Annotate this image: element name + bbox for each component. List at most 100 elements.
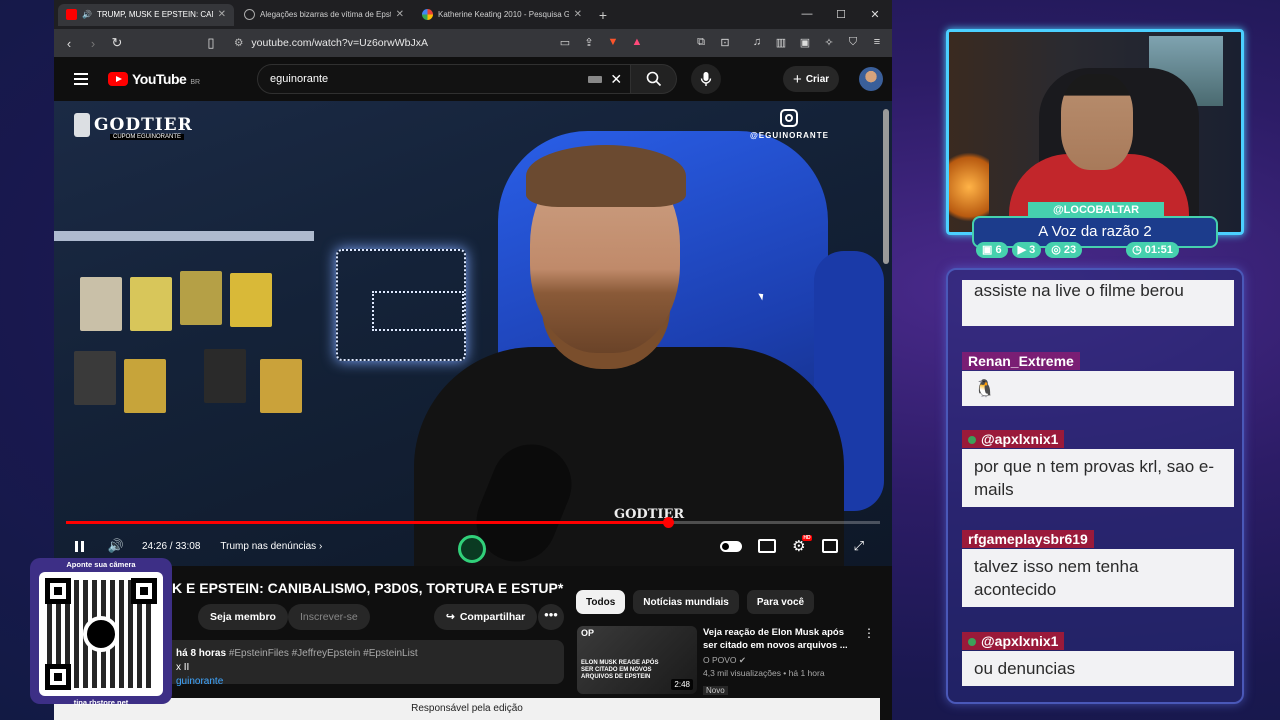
vpn-icon[interactable]: ⛉ — [844, 36, 862, 50]
thumb-tag: OP — [581, 628, 595, 638]
chat-text: ou denuncias — [962, 651, 1234, 686]
search-icon — [646, 71, 661, 87]
pause-button[interactable] — [70, 535, 88, 557]
plus-icon: + — [793, 70, 802, 88]
keyboard-icon[interactable] — [588, 75, 603, 83]
screenshot-icon[interactable]: ⊡ — [716, 36, 734, 50]
recommended-title[interactable]: Veja reação de Elon Musk após ser citado… — [703, 626, 853, 652]
qr-finder — [45, 578, 71, 604]
media-icon[interactable]: ♫ — [748, 36, 766, 50]
wallet-icon[interactable]: ▣ — [796, 36, 814, 50]
video-player[interactable]: GODTIER GODTIER CUPOM EGUINORANTE @EGUIN… — [54, 101, 892, 566]
brave-rewards-icon[interactable]: ▲ — [628, 36, 646, 50]
bookmark-icon[interactable]: ▯ — [202, 35, 220, 51]
subtitles-icon[interactable] — [758, 539, 777, 553]
new-badge: Novo — [703, 686, 728, 695]
badge-icon — [968, 638, 976, 647]
sidebar-icon[interactable]: ▥ — [772, 36, 790, 50]
player-right-controls: ⚙ HD ⤢ — [720, 533, 864, 559]
youtube-logo[interactable]: YouTube BR — [108, 71, 200, 87]
qr-caption: Aponte sua câmera — [66, 560, 136, 569]
reload-icon[interactable]: ↻ — [108, 35, 126, 51]
tab-youtube[interactable]: 🔊 TRUMP, MUSK E EPSTEIN: CANI ✕ — [58, 3, 234, 26]
menu-icon[interactable]: ≡ — [868, 36, 886, 50]
youtube-count-badge: ▶ 3 — [1011, 242, 1042, 258]
search-button[interactable] — [631, 64, 678, 94]
create-button[interactable]: + Criar — [783, 66, 840, 92]
back-icon[interactable]: ‹ — [60, 36, 78, 51]
speaker-icon[interactable]: 🔊 — [82, 10, 92, 19]
recommended-video[interactable]: OP ELON MUSK REAGE APÓS SER CITADO EM NO… — [577, 626, 877, 696]
tab-google-search[interactable]: Katherine Keating 2010 - Pesquisa Google… — [414, 4, 590, 26]
page-scrollbar[interactable] — [882, 101, 890, 701]
subscribe-label: Inscrever-se — [300, 611, 358, 623]
brave-shield-icon[interactable]: ▼ — [604, 36, 622, 50]
chip-all[interactable]: Todos — [576, 590, 626, 614]
progress-fill — [66, 521, 669, 524]
voice-search-button[interactable] — [691, 64, 722, 94]
chevron-right-icon: › — [318, 540, 323, 552]
scrollbar-thumb[interactable] — [883, 109, 889, 264]
share-icon[interactable]: ⇪ — [580, 36, 598, 50]
close-window-icon[interactable]: ✕ — [858, 8, 892, 21]
clear-search-icon[interactable]: ✕ — [610, 71, 622, 88]
wall-poster — [204, 349, 246, 403]
chip-for-you[interactable]: Para você — [746, 590, 815, 614]
maximize-icon[interactable]: ☐ — [824, 8, 858, 21]
close-tab-icon[interactable]: ✕ — [396, 9, 404, 20]
verified-icon: ✔ — [738, 655, 747, 665]
chapter-button[interactable]: Trump nas denúncias › — [220, 541, 322, 552]
fullscreen-icon[interactable]: ⤢ — [854, 538, 864, 554]
settings-gear-icon[interactable]: ⚙ HD — [792, 535, 812, 555]
url-field[interactable]: ⚙ youtube.com/watch?v=Uz6orwWbJxA — [226, 32, 550, 54]
hashtags[interactable]: #EpsteinFiles #JeffreyEpstein #EpsteinLi… — [229, 648, 418, 659]
description-meta: há 8 horas #EpsteinFiles #JeffreyEpstein… — [176, 648, 418, 659]
channel-name[interactable]: O POVO — [703, 655, 737, 665]
share-icon: ↪ — [446, 611, 455, 623]
qr-code — [39, 572, 163, 696]
subscribe-button[interactable]: Inscrever-se — [288, 604, 370, 630]
extensions-icon[interactable]: ⧉ — [692, 36, 710, 50]
volume-icon[interactable]: 🔊 — [104, 535, 128, 557]
forward-icon[interactable]: › — [84, 36, 102, 51]
video-info: Veja reação de Elon Musk após ser citado… — [703, 626, 853, 698]
tab-label: TRUMP, MUSK E EPSTEIN: CANI — [96, 10, 213, 19]
minimize-icon[interactable]: — — [790, 8, 824, 21]
new-tab-button[interactable]: + — [592, 7, 614, 23]
join-button[interactable]: Seja membro — [198, 604, 288, 630]
chat-message: Renan_Extreme 🐧 — [962, 352, 1234, 406]
live-chat: assiste na live o filme berou Renan_Extr… — [946, 268, 1244, 704]
streamer-username: @LOCOBALTAR — [1028, 202, 1164, 218]
wall-poster — [180, 271, 222, 325]
time-display: 24:26 / 33:08 — [142, 540, 201, 552]
chat-message: rfgameplaysbr619 talvez isso nem tenha a… — [962, 530, 1234, 607]
brand-badge-icon — [74, 113, 90, 137]
tab-epstein-article[interactable]: Alegações bizarras de vítima de Epstein … — [236, 4, 412, 26]
chat-text: talvez isso nem tenha acontecido — [962, 549, 1234, 607]
close-tab-icon[interactable]: ✕ — [218, 9, 226, 20]
share-button[interactable]: ↪ Compartilhar — [434, 604, 538, 630]
chip-world-news[interactable]: Notícias mundiais — [633, 590, 739, 614]
microphone-icon — [700, 72, 712, 86]
kebab-menu-icon[interactable]: ⋮ — [863, 626, 875, 640]
chat-count-badge: ▣ 6 — [976, 242, 1008, 258]
close-tab-icon[interactable]: ✕ — [574, 9, 582, 20]
autoplay-toggle[interactable] — [720, 540, 743, 552]
upload-time: há 8 horas — [176, 648, 227, 659]
progress-bar[interactable] — [66, 517, 880, 528]
account-avatar[interactable] — [859, 67, 884, 91]
youtube-header: YouTube BR eguinorante ✕ + Criar — [54, 57, 892, 101]
leo-ai-icon[interactable]: ✧ — [820, 36, 838, 50]
site-info-icon[interactable]: ⚙ — [234, 37, 243, 49]
description-link[interactable]: guinorante — [176, 676, 223, 687]
more-actions-icon[interactable]: ••• — [538, 604, 564, 630]
cast-icon[interactable]: ▭ — [556, 36, 574, 50]
video-title: K E EPSTEIN: CANIBALISMO, P3D0S, TORTURA… — [172, 580, 564, 596]
search-input[interactable]: eguinorante ✕ — [257, 64, 632, 94]
address-bar: ‹ › ↻ ▯ ⚙ youtube.com/watch?v=Uz6orwWbJx… — [54, 29, 892, 57]
brand-text: GODTIER — [94, 115, 193, 135]
theater-mode-icon[interactable] — [821, 539, 838, 553]
search-query: eguinorante — [270, 73, 329, 85]
hamburger-menu-icon[interactable] — [74, 73, 88, 85]
video-thumbnail[interactable]: OP ELON MUSK REAGE APÓS SER CITADO EM NO… — [577, 626, 697, 694]
